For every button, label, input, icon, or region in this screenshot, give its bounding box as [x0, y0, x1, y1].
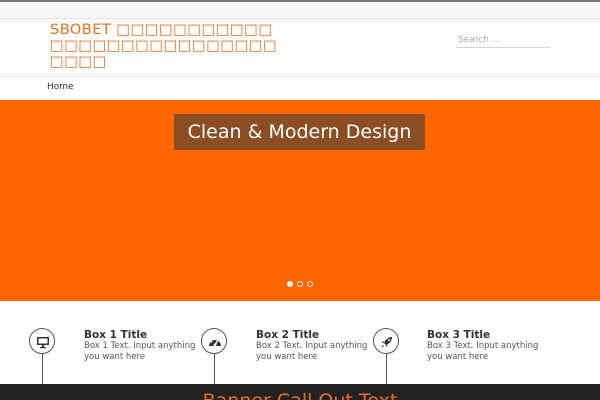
- feature-text: Box 1 Text. Input anything you want here: [84, 341, 196, 362]
- slider-dot-1[interactable]: [287, 281, 293, 287]
- slider-dot-2[interactable]: [297, 281, 303, 287]
- feature-title: Box 2 Title: [256, 329, 320, 341]
- hero-slider: Clean & Modern Design: [0, 100, 600, 301]
- monitor-icon: [37, 337, 49, 349]
- feature-icon-circle: [373, 328, 399, 354]
- slider-pagination: [287, 281, 315, 289]
- feature-icon-circle: [29, 328, 55, 354]
- feature-text: Box 2 Text. Input anything you want here: [256, 341, 368, 362]
- slide-caption: Clean & Modern Design: [174, 114, 425, 150]
- banner-callout: Banner Call Out Text: [0, 384, 600, 400]
- feature-title: Box 3 Title: [427, 329, 491, 341]
- main-nav: Home: [0, 76, 600, 98]
- nav-item-home[interactable]: Home: [47, 82, 74, 92]
- feature-text: Box 3 Text. Input anything you want here: [427, 341, 539, 362]
- speedometer-icon: [209, 338, 221, 347]
- search-input[interactable]: [456, 33, 550, 48]
- header-divider: [0, 18, 600, 19]
- feature-icon-circle: [201, 328, 227, 354]
- feature-boxes: Box 1 Title Box 1 Text. Input anything y…: [0, 301, 600, 386]
- slider-dot-3[interactable]: [307, 281, 313, 287]
- feature-title: Box 1 Title: [84, 329, 148, 341]
- site-title[interactable]: SBOBET □□□□□□□□□□□□□□□□□□□□□□□□□□□□□□□: [50, 22, 280, 70]
- rocket-icon: [381, 337, 392, 348]
- callout-text: Banner Call Out Text: [0, 391, 600, 400]
